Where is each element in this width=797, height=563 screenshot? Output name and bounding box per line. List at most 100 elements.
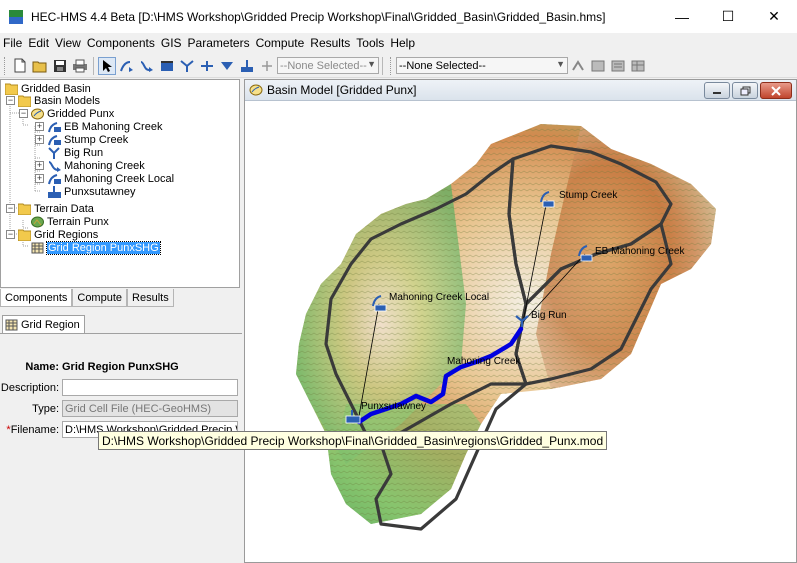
- chevron-down-icon: ▼: [556, 59, 565, 69]
- tab-compute[interactable]: Compute: [72, 289, 128, 307]
- menu-view[interactable]: View: [52, 36, 84, 50]
- table-results-icon[interactable]: [629, 57, 647, 75]
- name-row: Name: Grid Region PunxSHG: [0, 358, 242, 375]
- tab-grid-region[interactable]: Grid Region: [2, 315, 85, 333]
- menu-parameters[interactable]: Parameters: [185, 36, 253, 50]
- tree-item-label: Big Run: [64, 146, 104, 159]
- arrow-tool-icon[interactable]: [98, 56, 116, 75]
- menu-results[interactable]: Results: [307, 36, 353, 50]
- summary-results-icon[interactable]: [609, 57, 627, 75]
- map-label-stump-creek: Stump Creek: [559, 190, 618, 201]
- tree-item-label: Basin Models: [34, 94, 101, 107]
- description-input[interactable]: [62, 379, 238, 396]
- tree-item-label: Gridded Basin: [21, 82, 91, 95]
- tree-item-label: Punxsutawney: [64, 185, 136, 198]
- menu-help[interactable]: Help: [387, 36, 418, 50]
- filename-label-wrap: *Filename:: [0, 424, 62, 436]
- type-row: Type: Grid Cell File (HEC-GeoHMS): [0, 400, 242, 417]
- inner-close-button[interactable]: [760, 82, 792, 99]
- reach-icon: [48, 160, 61, 172]
- inner-restore-button[interactable]: [732, 82, 758, 99]
- map-label-eb-mahoning-creek: EB Mahoning Creek: [595, 246, 685, 257]
- filename-label: Filename:: [10, 423, 59, 436]
- collapse-toggle[interactable]: −: [6, 96, 15, 105]
- tree-item-eb-mahoning-creek[interactable]: EB Mahoning Creek: [48, 120, 162, 133]
- description-row: Description:: [0, 379, 242, 396]
- tree-item-big-run[interactable]: Big Run: [48, 146, 103, 159]
- inner-minimize-button[interactable]: [704, 82, 730, 99]
- reservoir-tool-icon[interactable]: [158, 57, 176, 75]
- tree-item-terrain-punx[interactable]: Terrain Punx: [31, 215, 109, 228]
- folder-icon: [18, 95, 31, 107]
- toolbar-separator: [93, 56, 94, 75]
- toolbar: --None Selected-- ▼ --None Selected-- ▼: [0, 54, 797, 78]
- new-file-icon[interactable]: [11, 57, 29, 75]
- minimize-button[interactable]: —: [659, 0, 705, 33]
- map-label-mahoning-creek: Mahoning Creek: [447, 356, 521, 367]
- grid-icon: [31, 242, 44, 254]
- print-icon[interactable]: [71, 57, 89, 75]
- junction-icon: [48, 146, 61, 159]
- chevron-down-icon: ▼: [367, 59, 376, 69]
- type-label: Type:: [32, 402, 59, 415]
- tab-components[interactable]: Components: [0, 289, 73, 307]
- name-label: Name:: [25, 360, 59, 373]
- basin-model-titlebar[interactable]: Basin Model [Gridded Punx]: [245, 80, 796, 101]
- open-folder-icon[interactable]: [31, 57, 49, 75]
- sink-tool-icon[interactable]: [238, 57, 256, 75]
- close-button[interactable]: ✕: [751, 0, 797, 33]
- menu-components[interactable]: Components: [84, 36, 158, 50]
- tree-item-grid-regions[interactable]: Grid Regions: [18, 228, 98, 241]
- folder-icon: [5, 83, 18, 95]
- diversion-tool-icon[interactable]: [198, 57, 216, 75]
- tree-item-basin-models[interactable]: Basin Models: [18, 94, 100, 107]
- menu-file[interactable]: File: [0, 36, 25, 50]
- collapse-toggle[interactable]: −: [6, 230, 15, 239]
- tree-item-gridded-punx[interactable]: Gridded Punx: [31, 107, 114, 120]
- menu-gis[interactable]: GIS: [158, 36, 185, 50]
- maximize-button[interactable]: ☐: [705, 0, 751, 33]
- tree-item-punxsutawney[interactable]: Punxsutawney: [48, 185, 136, 198]
- reach-tool-icon[interactable]: [138, 57, 156, 75]
- menu-edit[interactable]: Edit: [25, 36, 52, 50]
- tree-item-grid-region-punxshg[interactable]: Grid Region PunxSHG: [31, 240, 161, 255]
- menu-compute[interactable]: Compute: [253, 36, 308, 50]
- window-title: HEC-HMS 4.4 Beta [D:\HMS Workshop\Gridde…: [31, 9, 606, 24]
- tree-item-mahoning-creek[interactable]: Mahoning Creek: [48, 159, 145, 172]
- toolbar-separator: [382, 56, 383, 75]
- map-label-big-run: Big Run: [531, 310, 567, 321]
- element-selector-2[interactable]: --None Selected-- ▼: [396, 57, 568, 74]
- junction-tool-icon[interactable]: [178, 57, 196, 75]
- terrain-texture: [296, 124, 716, 524]
- source-tool-icon[interactable]: [218, 57, 236, 75]
- watershed-explorer-tree[interactable]: Gridded Basin − Basin Models − Gridded P…: [0, 79, 240, 288]
- tree-item-label: Stump Creek: [64, 133, 129, 146]
- subbasin-tool-icon[interactable]: [118, 57, 136, 75]
- menu-bar: File Edit View Components GIS Parameters…: [0, 33, 797, 52]
- tree-item-mahoning-creek-local[interactable]: Mahoning Creek Local: [48, 172, 174, 185]
- expand-toggle[interactable]: +: [35, 161, 44, 170]
- compute-tool-icon[interactable]: [569, 57, 587, 75]
- title-bar: HEC-HMS 4.4 Beta [D:\HMS Workshop\Gridde…: [0, 0, 797, 33]
- collapse-toggle[interactable]: −: [6, 204, 15, 213]
- expand-toggle[interactable]: +: [35, 122, 44, 131]
- toolbar-grip[interactable]: [390, 56, 393, 75]
- subbasin-icon: [48, 121, 61, 133]
- toolbar-grip[interactable]: [4, 56, 7, 75]
- collapse-toggle[interactable]: −: [19, 109, 28, 118]
- graph-results-icon[interactable]: [589, 57, 607, 75]
- add-element-icon[interactable]: [258, 57, 276, 75]
- tree-item-terrain-data[interactable]: Terrain Data: [18, 202, 94, 215]
- tree-item-stump-creek[interactable]: Stump Creek: [48, 133, 128, 146]
- basin-map-canvas[interactable]: Stump Creek EB Mahoning Creek Mahoning C…: [251, 104, 791, 558]
- tree-item-label: Grid Region PunxSHG: [46, 240, 161, 255]
- tab-results[interactable]: Results: [127, 289, 174, 307]
- menu-tools[interactable]: Tools: [353, 36, 387, 50]
- element-selector-1[interactable]: --None Selected-- ▼: [277, 57, 379, 74]
- save-disk-icon[interactable]: [51, 57, 69, 75]
- expand-toggle[interactable]: +: [35, 174, 44, 183]
- expand-toggle[interactable]: +: [35, 135, 44, 144]
- name-value: Grid Region PunxSHG: [62, 360, 179, 373]
- tree-item-label: Terrain Data: [34, 202, 94, 215]
- tree-item-label: Mahoning Creek Local: [64, 172, 175, 185]
